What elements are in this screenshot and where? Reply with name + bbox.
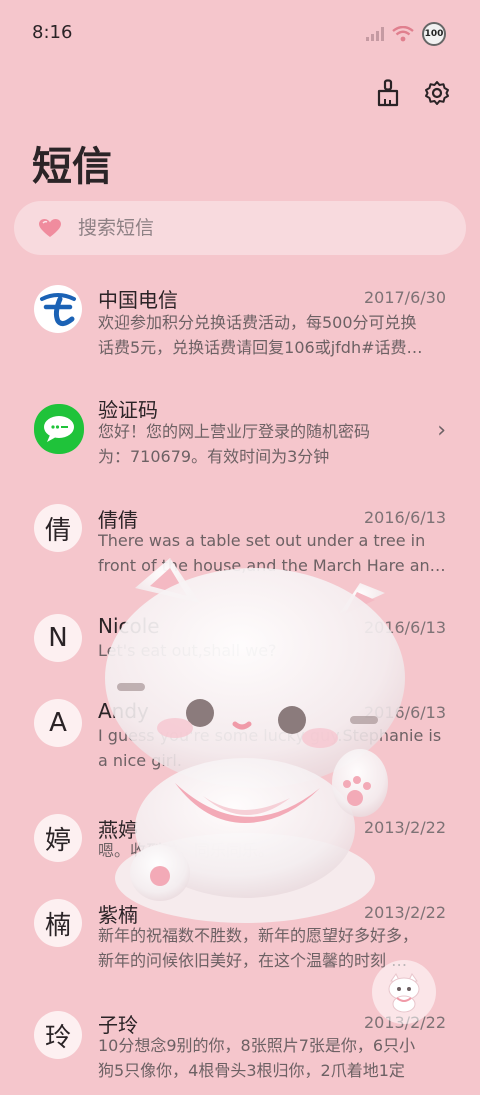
message-preview: 嗯。收到啦。同乐同乐。: [98, 838, 446, 863]
contact-name: Nicole: [98, 614, 160, 638]
avatar: 婷: [34, 814, 82, 862]
search-bar[interactable]: [14, 201, 466, 255]
message-preview: I guess you're some lucky guy.Stephanie …: [98, 723, 446, 773]
message-preview: 10分想念9别的你，8张照片7张是你，6只小 狗5只像你，4根骨头3根归你，2爪…: [98, 1033, 446, 1081]
broom-icon: [377, 79, 399, 107]
contact-name: Andy: [98, 699, 149, 723]
preview-line: 欢迎参加积分兑换话费活动，每500分可兑换: [98, 313, 417, 332]
gear-icon: [425, 81, 449, 105]
china-telecom-icon: [35, 286, 81, 332]
message-date: 2013/2/22: [363, 818, 446, 837]
top-actions: [374, 78, 452, 108]
list-item[interactable]: 中国电信 2017/6/30 欢迎参加积分兑换话费活动，每500分可兑换 话费5…: [0, 270, 480, 370]
avatar: A: [34, 699, 82, 747]
contact-name: 中国电信: [98, 288, 178, 312]
search-input[interactable]: [76, 216, 440, 240]
message-preview: 欢迎参加积分兑换话费活动，每500分可兑换 话费5元，兑换话费请回复106或jf…: [98, 310, 446, 360]
cat-sticker-icon: [388, 973, 420, 1013]
signal-icon: [366, 27, 384, 41]
preview-line: 狗5只像你，4根骨头3根归你，2爪着地1定: [98, 1061, 405, 1080]
preview-line: 嗯。收到啦。同乐同乐。: [98, 841, 275, 860]
wifi-icon: [392, 26, 414, 42]
preview-line: 您好！您的网上营业厅登录的随机密码: [98, 422, 371, 441]
message-preview: Let's eat out,shall we?: [98, 638, 446, 663]
message-date: 2016/6/13: [363, 703, 446, 722]
battery-icon: 100: [422, 22, 446, 46]
status-time: 8:16: [32, 22, 73, 43]
status-bar: 8:16 100: [0, 0, 480, 68]
list-item[interactable]: N Nicole 2016/6/13 Let's eat out,shall w…: [0, 600, 480, 680]
list-item[interactable]: A Andy 2016/6/13 I guess you're some luc…: [0, 685, 480, 785]
chevron-right-icon[interactable]: ›: [437, 418, 446, 443]
avatar: 楠: [34, 899, 82, 947]
status-icons: 100: [366, 22, 446, 46]
message-date: 2016/6/13: [363, 508, 446, 527]
list-item[interactable]: 倩 倩倩 2016/6/13 There was a table set out…: [0, 490, 480, 590]
preview-line: a nice girl.: [98, 751, 182, 770]
china-telecom-logo: [34, 285, 82, 333]
list-item[interactable]: 婷 燕婷 2013/2/22 嗯。收到啦。同乐同乐。: [0, 800, 480, 880]
sms-avatar: [34, 404, 84, 454]
page-title: 短信: [32, 144, 112, 190]
message-preview: There was a table set out under a tree i…: [98, 528, 446, 578]
preview-line: 10分想念9别的你，8张照片7张是你，6只小: [98, 1036, 416, 1055]
preview-line: Let's eat out,shall we?: [98, 641, 277, 660]
chat-bubble-icon: [44, 416, 74, 442]
message-date: 2016/6/13: [363, 618, 446, 637]
preview-line: 话费5元，兑换话费请回复106或jfdh#话费…: [98, 338, 423, 357]
message-date: 2017/6/30: [363, 288, 446, 307]
avatar: 倩: [34, 504, 82, 552]
avatar: 玲: [34, 1011, 82, 1059]
message-preview: 您好！您的网上营业厅登录的随机密码 为：710679。有效时间为3分钟: [98, 419, 418, 469]
preview-line: 为：710679。有效时间为3分钟: [98, 447, 330, 466]
floating-cat-button[interactable]: [372, 960, 436, 1024]
preview-line: I guess you're some lucky guy.Stephanie …: [98, 726, 442, 745]
preview-line: front of the house,and the March Hare an…: [98, 556, 446, 575]
clean-button[interactable]: [374, 78, 404, 108]
preview-line: There was a table set out under a tree i…: [98, 531, 426, 550]
list-item[interactable]: 验证码 您好！您的网上营业厅登录的随机密码 为：710679。有效时间为3分钟 …: [0, 380, 480, 480]
message-date: 2013/2/22: [363, 903, 446, 922]
preview-line: 新年的祝福数不胜数，新年的愿望好多好多，: [98, 926, 419, 945]
heart-search-icon: [39, 219, 61, 237]
settings-button[interactable]: [422, 78, 452, 108]
avatar: N: [34, 614, 82, 662]
